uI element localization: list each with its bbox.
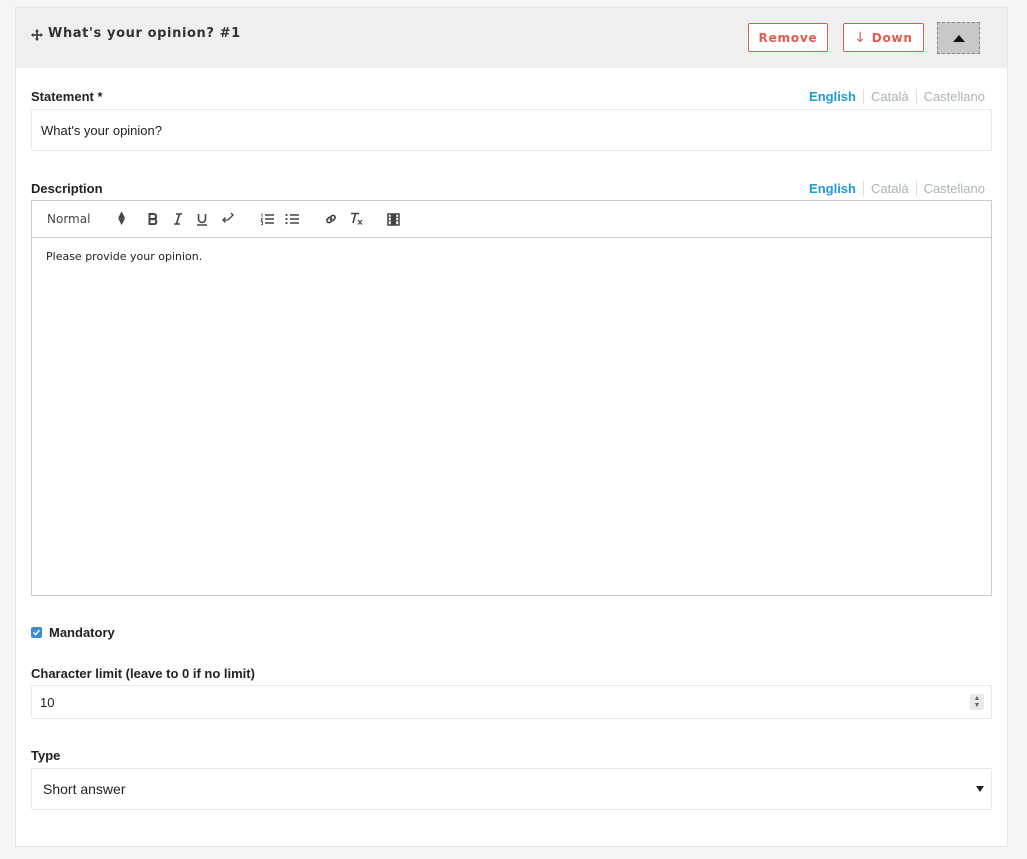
underline-icon: [197, 213, 207, 226]
clear-format-button[interactable]: [348, 210, 364, 228]
video-button[interactable]: [385, 210, 401, 228]
down-button[interactable]: ↓ Down: [843, 23, 924, 52]
video-icon: [386, 212, 400, 226]
spinner-down-icon[interactable]: ▼: [974, 702, 981, 709]
description-label: Description: [31, 181, 103, 196]
remove-button-label: Remove: [758, 30, 818, 45]
statement-language-tabs: English Català Castellano: [809, 89, 985, 104]
type-label: Type: [31, 748, 61, 763]
tab-castellano[interactable]: Castellano: [915, 181, 985, 196]
remove-button[interactable]: Remove: [748, 23, 828, 52]
underline-button[interactable]: [195, 210, 209, 228]
bold-button[interactable]: [146, 210, 160, 228]
bullet-list-button[interactable]: [284, 210, 300, 228]
tab-catala[interactable]: Català: [862, 89, 916, 104]
tab-english[interactable]: English: [809, 181, 863, 196]
arrow-down-icon: ↓: [854, 29, 867, 46]
clear-format-icon: [350, 212, 362, 225]
down-button-label: Down: [871, 30, 913, 45]
tab-catala[interactable]: Català: [862, 181, 916, 196]
caret-up-icon: [952, 34, 965, 42]
updown-icon: ▲ ▼: [118, 210, 125, 227]
statement-value: What's your opinion?: [41, 122, 162, 138]
character-limit-input[interactable]: 10 ▲ ▼: [31, 685, 992, 719]
italic-icon: [174, 213, 182, 225]
editor-toolbar: Normal ▲ ▼: [32, 201, 991, 238]
mandatory-label: Mandatory: [49, 625, 115, 640]
return-icon: [222, 212, 234, 223]
tab-castellano[interactable]: Castellano: [915, 89, 985, 104]
ordered-list-icon: [260, 213, 274, 225]
character-limit-value: 10: [40, 694, 55, 710]
italic-button[interactable]: [171, 210, 185, 228]
spinner-up-icon[interactable]: ▲: [974, 695, 981, 702]
link-button[interactable]: [323, 210, 339, 228]
format-select-value: Normal: [47, 212, 91, 226]
statement-input[interactable]: What's your opinion?: [31, 109, 992, 151]
move-icon[interactable]: [31, 29, 43, 41]
number-spinner[interactable]: ▲ ▼: [970, 694, 984, 710]
type-select[interactable]: Short answer: [31, 768, 992, 810]
return-button[interactable]: [220, 210, 236, 228]
question-card: What's your opinion? #1 Remove ↓ Down St…: [15, 7, 1008, 847]
question-header[interactable]: What's your opinion? #1 Remove ↓ Down: [16, 8, 1007, 68]
check-icon: [33, 629, 41, 636]
description-language-tabs: English Català Castellano: [809, 181, 985, 196]
statement-label: Statement *: [31, 89, 103, 104]
editor-content[interactable]: Please provide your opinion.: [46, 250, 202, 263]
collapse-button[interactable]: [937, 22, 980, 54]
type-select-value: Short answer: [43, 781, 126, 797]
ordered-list-button[interactable]: [259, 210, 275, 228]
tab-english[interactable]: English: [809, 89, 863, 104]
caret-down-icon: [976, 786, 984, 792]
mandatory-checkbox[interactable]: [31, 627, 42, 638]
link-icon: [326, 214, 336, 224]
bold-icon: [148, 213, 157, 225]
bullet-list-icon: [285, 213, 299, 225]
description-editor: Normal ▲ ▼ Please provide your opinion.: [31, 200, 992, 596]
format-select[interactable]: Normal ▲ ▼: [47, 210, 125, 228]
question-title: What's your opinion? #1: [48, 26, 241, 41]
character-limit-label: Character limit (leave to 0 if no limit): [31, 666, 255, 681]
